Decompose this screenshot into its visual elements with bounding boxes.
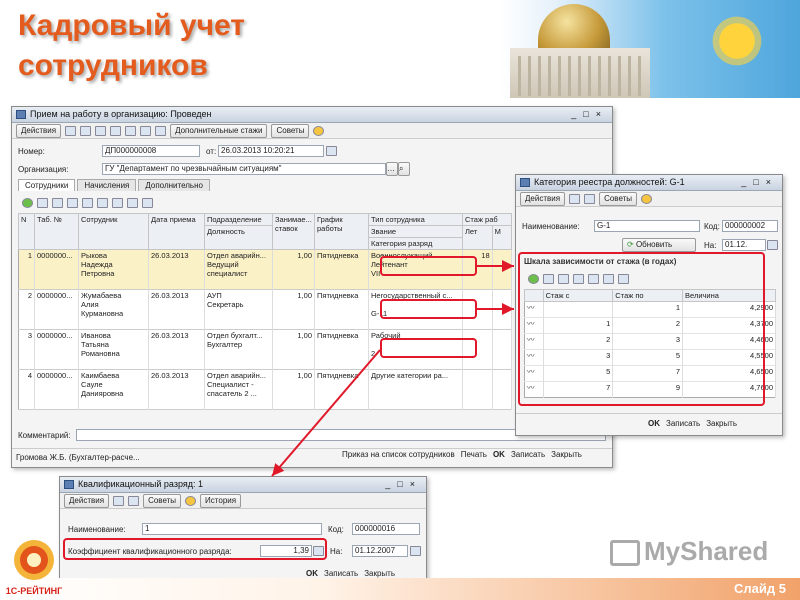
myshared-watermark: MyShared	[610, 536, 768, 567]
slide-number: Слайд 5	[734, 581, 786, 596]
slide-footer: Слайд 5	[0, 578, 800, 600]
watermark-icon	[610, 540, 640, 567]
watermark-text: MyShared	[644, 536, 769, 566]
arrow-worker	[271, 349, 381, 477]
logo-label: 1С-РЕЙТИНГ	[5, 586, 63, 596]
annotation-arrows	[271, 260, 514, 477]
1c-rating-logo: 1С-РЕЙТИНГ	[2, 536, 66, 598]
